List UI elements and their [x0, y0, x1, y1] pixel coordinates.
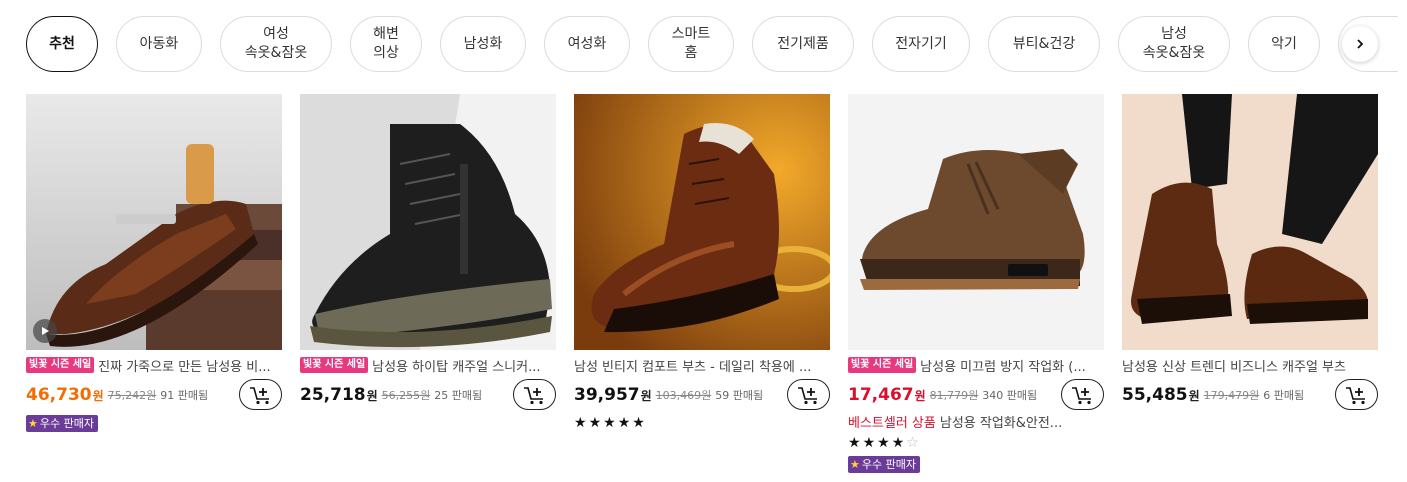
sale-badge: 빛꽃 시즌 세일 [848, 357, 917, 373]
product-price: 17,467 [848, 385, 914, 405]
star-icon: ★ [848, 435, 863, 451]
star-icon: ★ [862, 435, 878, 451]
play-icon [42, 327, 49, 335]
price-currency: 원 [640, 388, 652, 403]
category-instruments[interactable]: 악기 [1248, 16, 1320, 72]
category-kids-shoes[interactable]: 아동화 [116, 16, 202, 72]
category-beachwear[interactable]: 해변 의상 [350, 16, 422, 72]
category-beauty-health[interactable]: 뷰티&건강 [988, 16, 1100, 72]
product-card[interactable]: 빛꽃 시즌 세일 진짜 가죽으로 만든 남성용 비... 46,730 원 75,… [26, 94, 282, 432]
sold-count: 59 판매됨 [715, 389, 764, 402]
add-to-cart-button[interactable] [787, 379, 830, 410]
product-card[interactable]: 빛꽃 시즌 세일 남성용 미끄럼 방지 작업화 (... 17,467 원 81,… [848, 94, 1104, 473]
product-title[interactable]: 남성용 미끄럼 방지 작업화 (... [920, 356, 1086, 375]
product-card[interactable]: 빛꽃 시즌 세일 남성용 하이탑 캐주얼 스니커... 25,718 원 56,2… [300, 94, 556, 411]
add-to-cart-button[interactable] [1061, 379, 1104, 410]
add-to-cart-button[interactable] [1335, 379, 1378, 410]
product-price: 25,718 [300, 385, 366, 405]
product-title[interactable]: 남성용 신상 트렌디 비즈니스 캐주얼 부츠 [1122, 356, 1346, 375]
cart-plus-icon [523, 386, 543, 404]
product-image[interactable] [574, 94, 830, 350]
category-electric[interactable]: 전기제품 [752, 16, 854, 72]
seller-badge: ★ 우수 판매자 [848, 456, 920, 473]
sold-count: 25 판매됨 [434, 389, 483, 402]
category-electronics[interactable]: 전자기기 [872, 16, 970, 72]
product-image[interactable] [26, 94, 282, 350]
star-icon: ★ [850, 458, 860, 471]
product-image[interactable] [848, 94, 1104, 350]
star-icon: ★ [877, 435, 892, 451]
original-price: 75,242원 [107, 389, 157, 402]
price-currency: 원 [914, 388, 926, 403]
sale-badge: 빛꽃 시즌 세일 [26, 357, 95, 373]
star-rating: ★★★★★ [574, 415, 830, 433]
star-icon: ★ [891, 435, 907, 451]
product-price: 46,730 [26, 385, 92, 405]
category-next-button[interactable] [1342, 26, 1378, 62]
category-men-underwear[interactable]: 남성 속옷&잠옷 [1118, 16, 1230, 72]
product-title[interactable]: 진짜 가죽으로 만든 남성용 비... [98, 356, 270, 375]
category-smart-home[interactable]: 스마트 홈 [648, 16, 734, 72]
bestseller-category[interactable]: 남성용 작업화&안전... [940, 412, 1062, 431]
play-video-button[interactable] [33, 319, 57, 343]
product-title[interactable]: 남성용 하이탑 캐주얼 스니커... [372, 356, 540, 375]
star-icon: ★ [574, 415, 589, 431]
bestseller-label: 베스트셀러 상품 [848, 415, 936, 431]
chevron-right-icon [1357, 39, 1364, 49]
sale-badge: 빛꽃 시즌 세일 [300, 357, 369, 373]
original-price: 81,779원 [929, 389, 979, 402]
price-currency: 원 [1188, 388, 1200, 403]
product-image[interactable] [1122, 94, 1378, 350]
sold-count: 6 판매됨 [1263, 389, 1305, 402]
sold-count: 91 판매됨 [160, 389, 209, 402]
category-women-underwear[interactable]: 여성 속옷&잠옷 [220, 16, 332, 72]
add-to-cart-button[interactable] [513, 379, 556, 410]
half-star-icon: ☆ [906, 435, 921, 451]
product-price: 39,957 [574, 385, 640, 405]
cart-plus-icon [1345, 386, 1365, 404]
category-bar: 추천 아동화 여성 속옷&잠옷 해변 의상 남성화 여성화 스마트 홈 전기제품… [26, 16, 1398, 72]
product-price: 55,485 [1122, 385, 1188, 405]
category-recommended[interactable]: 추천 [26, 16, 98, 72]
star-icon: ★ [617, 415, 633, 431]
original-price: 103,469원 [655, 389, 712, 402]
price-currency: 원 [92, 388, 104, 403]
category-mens-shoes[interactable]: 남성화 [440, 16, 526, 72]
star-icon: ★ [603, 415, 618, 431]
product-image[interactable] [300, 94, 556, 350]
star-icon: ★ [28, 417, 38, 430]
star-rating: ★★★★☆ [848, 435, 1104, 453]
sold-count: 340 판매됨 [982, 389, 1038, 402]
product-card[interactable]: 남성용 신상 트렌디 비즈니스 캐주얼 부츠 55,485 원 179,479원 … [1122, 94, 1378, 411]
product-title[interactable]: 남성 빈티지 컴포트 부츠 - 데일리 착용에 ... [574, 356, 811, 375]
original-price: 179,479원 [1203, 389, 1260, 402]
category-womens-shoes[interactable]: 여성화 [544, 16, 630, 72]
cart-plus-icon [797, 386, 817, 404]
cart-plus-icon [249, 386, 269, 404]
cart-plus-icon [1071, 386, 1091, 404]
add-to-cart-button[interactable] [239, 379, 282, 410]
star-icon: ★ [632, 415, 647, 431]
price-currency: 원 [366, 388, 378, 403]
product-card[interactable]: 남성 빈티지 컴포트 부츠 - 데일리 착용에 ... 39,957 원 103,… [574, 94, 830, 433]
star-icon: ★ [588, 415, 604, 431]
seller-badge: ★ 우수 판매자 [26, 415, 98, 432]
original-price: 56,255원 [381, 389, 431, 402]
